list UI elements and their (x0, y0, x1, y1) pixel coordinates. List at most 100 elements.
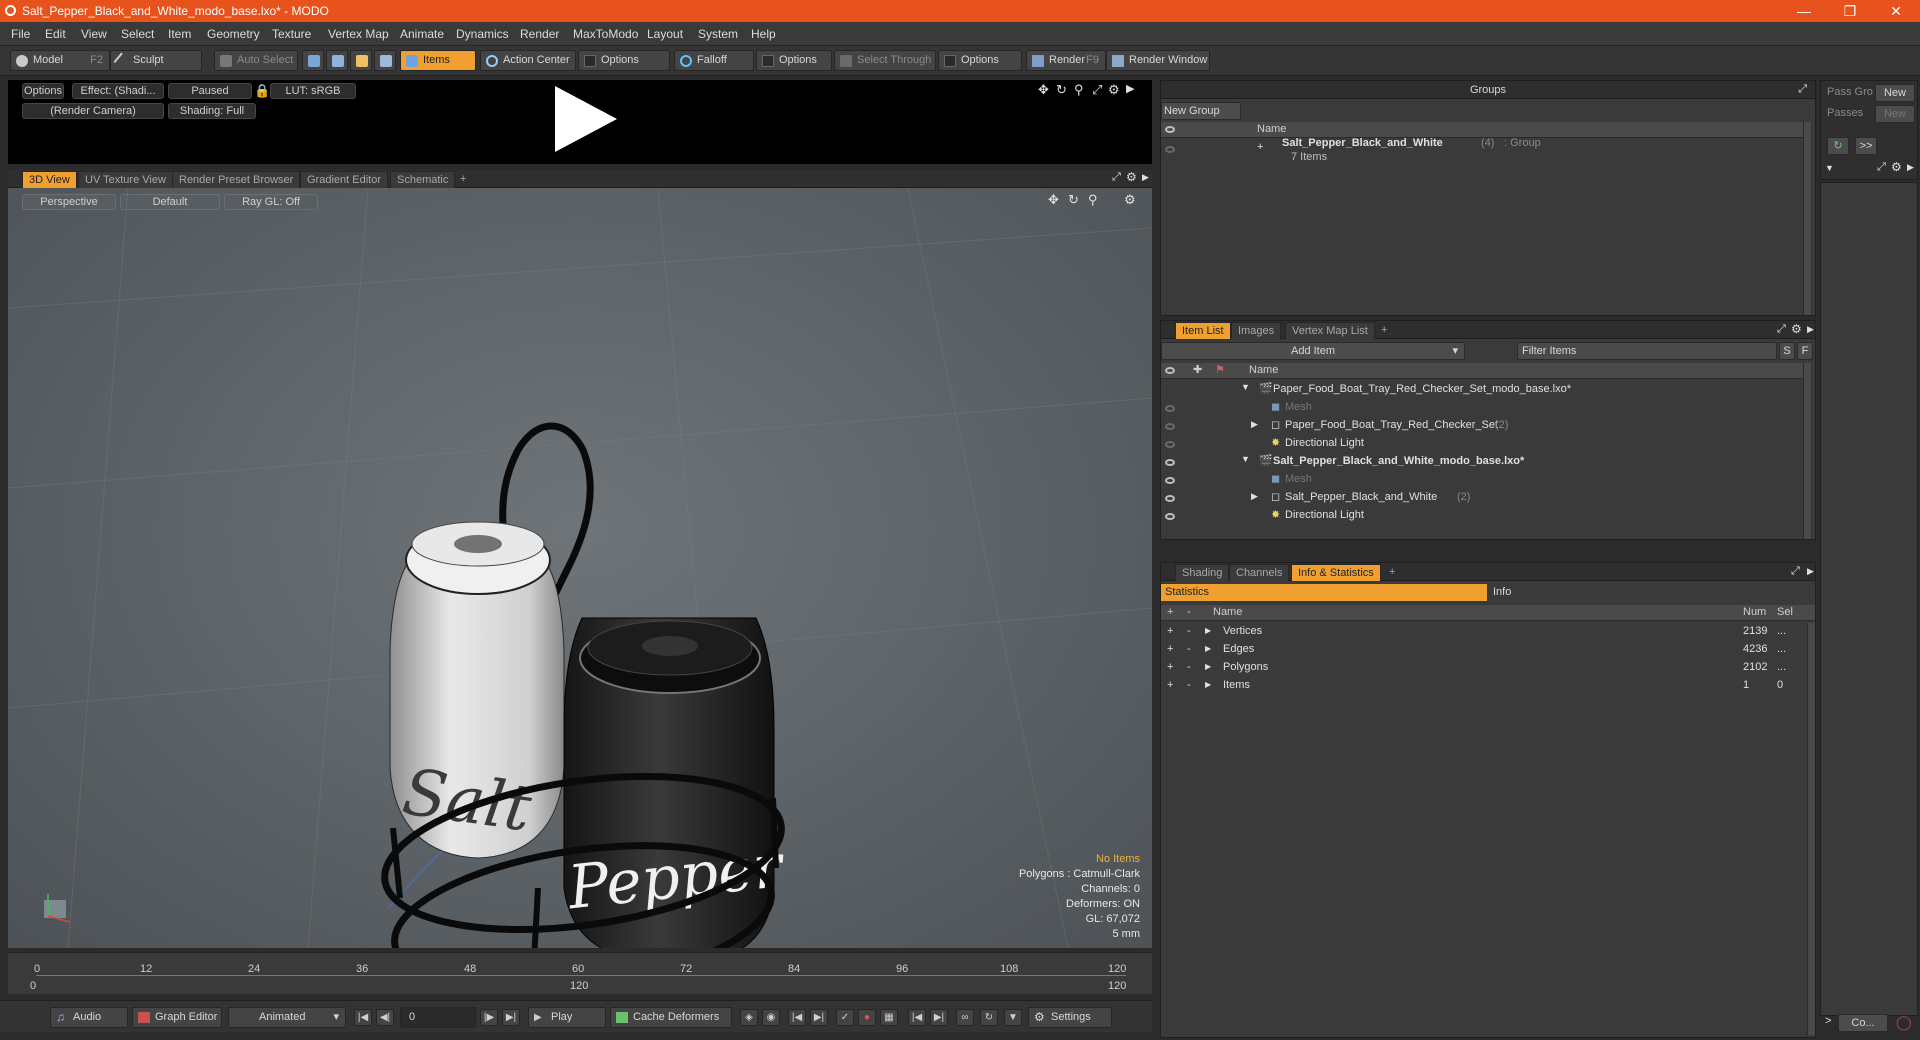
graph-editor-button[interactable]: Graph Editor (132, 1007, 222, 1028)
filter-icon[interactable]: ▼ (1004, 1009, 1022, 1026)
arrow-right-icon[interactable]: ▶ (1807, 566, 1814, 577)
expand-arrow-icon[interactable]: ▼ (1241, 454, 1250, 464)
settings-button[interactable]: ⚙ Settings (1028, 1007, 1112, 1028)
tab-render-preset-browser[interactable]: Render Preset Browser (172, 171, 301, 188)
minimize-button[interactable]: — (1784, 1, 1824, 21)
add-tab-button[interactable]: + (454, 171, 472, 188)
stats-scrollbar[interactable] (1807, 623, 1815, 1035)
timeline[interactable]: 0 12 24 36 48 60 72 84 96 108 120 0 120 … (8, 952, 1152, 994)
gear-icon[interactable]: ⚙ (1108, 82, 1120, 98)
action-center-button[interactable]: Action Center (480, 50, 576, 71)
eye-icon[interactable] (1165, 513, 1175, 520)
menu-item[interactable]: Item (168, 27, 191, 41)
remove-icon[interactable]: - (1187, 625, 1191, 637)
refresh-icon[interactable]: ↻ (1827, 137, 1849, 155)
tab-uv-texture-view[interactable]: UV Texture View (78, 171, 173, 188)
render-button[interactable]: Render F9 (1026, 50, 1106, 71)
expand-arrow-icon[interactable]: ▶ (1251, 419, 1258, 430)
expand-plus-icon[interactable]: + (1257, 141, 1263, 153)
table-row[interactable]: + - ▶ Vertices 2139 ... (1161, 623, 1815, 641)
go-to-start-icon[interactable]: |◀ (354, 1009, 372, 1026)
cache-deformers-button[interactable]: Cache Deformers (610, 1007, 732, 1028)
sync-icon[interactable]: ↻ (980, 1009, 998, 1026)
tab-schematic[interactable]: Schematic (390, 171, 456, 188)
gear-icon[interactable]: ⚙ (1791, 322, 1802, 336)
menu-view[interactable]: View (81, 27, 107, 41)
eye-icon[interactable] (1165, 405, 1175, 412)
close-button[interactable]: ✕ (1876, 1, 1916, 21)
move-icon[interactable]: ✥ (1038, 82, 1049, 98)
table-row[interactable]: + - ▶ Items 1 0 (1161, 677, 1815, 695)
key-options-icon[interactable]: ▦ (880, 1009, 898, 1026)
remove-icon[interactable]: - (1187, 679, 1191, 691)
3d-viewport[interactable]: Perspective Default Ray GL: Off ✥ ↻ ⚲ ⚙ (8, 188, 1152, 948)
list-item[interactable]: ▶ ◻ Paper_Food_Boat_Tray_Red_Checker_Set… (1161, 417, 1803, 435)
new-pass-button[interactable]: New (1875, 105, 1915, 123)
add-icon[interactable]: + (1167, 643, 1173, 655)
list-item[interactable]: ▼ 🎬 Paper_Food_Boat_Tray_Red_Checker_Set… (1161, 381, 1803, 399)
go-to-end-icon[interactable]: ▶| (502, 1009, 520, 1026)
preview-options-button[interactable]: Options (22, 83, 64, 99)
key-icon[interactable]: ◈ (740, 1009, 758, 1026)
play-button[interactable]: ▶ Play (528, 1007, 606, 1028)
link-icon[interactable]: ∞ (956, 1009, 974, 1026)
tab-channels[interactable]: Channels (1229, 564, 1290, 581)
menu-dynamics[interactable]: Dynamics (456, 27, 509, 41)
table-row[interactable]: + - ▶ Polygons 2102 ... (1161, 659, 1815, 677)
expand-icon[interactable]: ⤢ (1798, 83, 1807, 96)
lock-icon[interactable]: 🔒 (254, 83, 270, 99)
preview-camera-dropdown[interactable]: (Render Camera) (22, 103, 164, 119)
preview-paused-button[interactable]: Paused (168, 83, 252, 99)
falloff-options-button[interactable]: Options (756, 50, 832, 71)
play-icon[interactable] (555, 86, 617, 152)
arrow-right-icon[interactable]: ▶ (1807, 324, 1814, 335)
gear-icon[interactable]: ⚙ (1891, 160, 1902, 174)
eye-icon[interactable] (1165, 146, 1175, 153)
expand-arrow-icon[interactable]: ▶ (1205, 662, 1211, 671)
groups-scrollbar[interactable] (1803, 122, 1811, 315)
menu-maxtomodo[interactable]: MaxToModo (573, 27, 638, 41)
menu-edit[interactable]: Edit (45, 27, 66, 41)
list-item[interactable]: ◼ Mesh (1161, 399, 1803, 417)
menu-vertex-map[interactable]: Vertex Map (328, 27, 389, 41)
group-row[interactable]: + Salt_Pepper_Black_and_White (4) : Grou… (1161, 137, 1803, 169)
eye-icon[interactable] (1165, 459, 1175, 466)
arrow-right-icon[interactable]: ▶ (1907, 162, 1914, 173)
model-mode-button[interactable]: Model F2 (10, 50, 110, 71)
falloff-button[interactable]: Falloff (674, 50, 754, 71)
add-icon[interactable]: + (1167, 625, 1173, 637)
prev-key-icon[interactable]: |◀ (788, 1009, 806, 1026)
menu-geometry[interactable]: Geometry (207, 27, 260, 41)
next-key-icon[interactable]: ▶| (810, 1009, 828, 1026)
list-item[interactable]: ▼ 🎬 Salt_Pepper_Black_and_White_modo_bas… (1161, 453, 1803, 471)
filter-s-button[interactable]: S (1779, 342, 1795, 360)
list-item[interactable]: ▶ ◻ Salt_Pepper_Black_and_White (2) (1161, 489, 1803, 507)
step-forward-icon[interactable]: |▶ (480, 1009, 498, 1026)
check-icon[interactable]: ✓ (836, 1009, 854, 1026)
eye-icon[interactable] (1165, 477, 1175, 484)
preview-shading-dropdown[interactable]: Shading: Full (168, 103, 256, 119)
next-keyframe-icon[interactable]: ▶| (930, 1009, 948, 1026)
filter-f-button[interactable]: F (1797, 342, 1813, 360)
maximize-button[interactable]: ❐ (1830, 1, 1870, 21)
add-icon[interactable]: + (1167, 661, 1173, 673)
expand-arrow-icon[interactable]: ▼ (1241, 382, 1250, 392)
tab-item-list[interactable]: Item List (1175, 322, 1231, 339)
expand-arrow-icon[interactable]: ▶ (1205, 626, 1211, 635)
tab-vertex-map-list[interactable]: Vertex Map List (1285, 322, 1375, 339)
tab-images[interactable]: Images (1231, 322, 1282, 339)
tab-info-statistics[interactable]: Info & Statistics (1291, 564, 1381, 581)
remove-icon[interactable]: - (1187, 661, 1191, 673)
eye-icon[interactable] (1165, 441, 1175, 448)
add-icon[interactable]: + (1167, 679, 1173, 691)
eye-icon[interactable] (1165, 495, 1175, 502)
arrow-right-icon[interactable]: ▶ (1142, 172, 1149, 183)
preview-lut-dropdown[interactable]: LUT: sRGB (270, 83, 356, 99)
command-input[interactable]: Co... (1838, 1014, 1888, 1032)
auto-key-icon[interactable]: ◉ (762, 1009, 780, 1026)
select-polygons-button[interactable] (350, 50, 372, 71)
items-mode-button[interactable]: Items (400, 50, 476, 71)
expand-icon[interactable]: ⤢ (1112, 171, 1121, 184)
auto-select-button[interactable]: Auto Select (214, 50, 298, 71)
audio-button[interactable]: ♫ Audio (50, 1007, 128, 1028)
